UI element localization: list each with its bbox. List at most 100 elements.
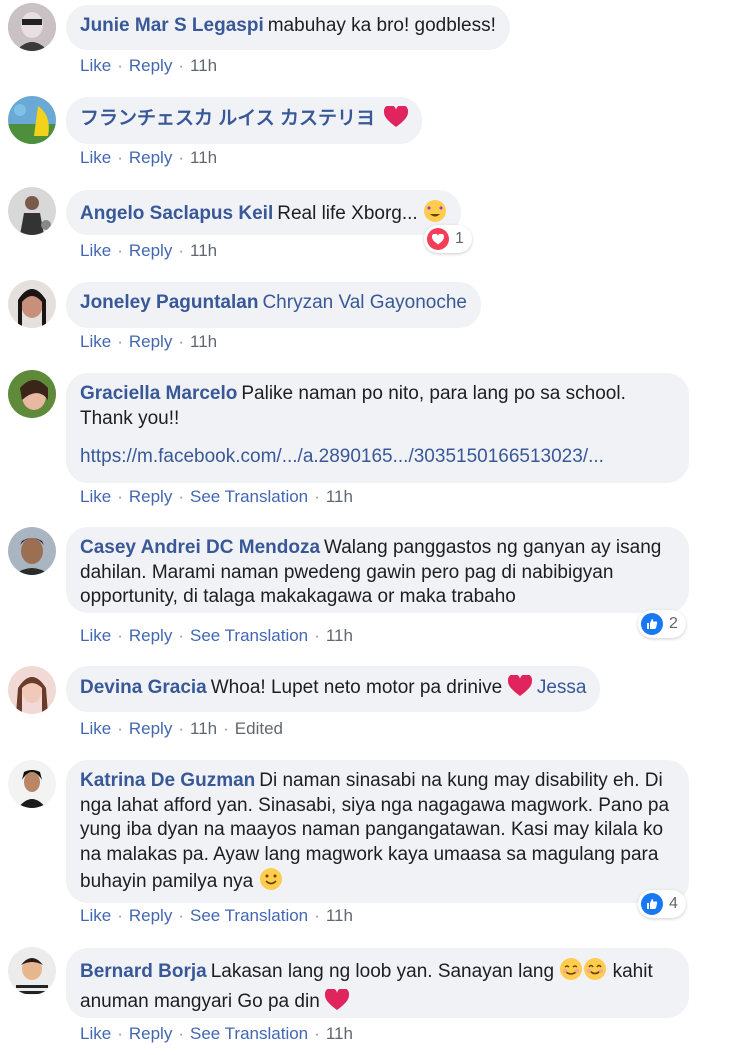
reaction-count[interactable]: 4	[638, 890, 686, 918]
comment-bubble: Graciella Marcelo Palike naman po nito, p…	[66, 373, 689, 483]
comment-actions: Like · Reply · 11h	[80, 241, 217, 261]
like-button[interactable]: Like	[80, 241, 111, 260]
mention-link[interactable]: Jessa	[537, 677, 587, 698]
comment-bubble: Junie Mar S Legaspi mabuhay ka bro! godbl…	[66, 5, 510, 50]
comment-author[interactable]: Casey Andrei DC Mendoza	[80, 537, 320, 558]
see-translation-button[interactable]: See Translation	[190, 906, 308, 925]
reply-button[interactable]: Reply	[129, 332, 172, 351]
separator-dot: ·	[178, 719, 184, 738]
comment-actions: Like · Reply · See Translation · 11h	[80, 626, 353, 646]
comment-timestamp[interactable]: 11h	[326, 487, 353, 506]
like-reaction-icon	[641, 613, 663, 635]
separator-dot: ·	[117, 56, 123, 75]
reaction-number: 2	[669, 615, 678, 632]
reply-button[interactable]: Reply	[129, 241, 172, 260]
external-link[interactable]: https://m.facebook.com/.../a.2890165.../…	[80, 445, 675, 470]
see-translation-button[interactable]: See Translation	[190, 626, 308, 645]
comment-bubble: Angelo Saclapus Keil Real life Xborg...	[66, 190, 461, 235]
avatar[interactable]	[8, 370, 56, 418]
comment-text: Lakasan lang ng loob yan. Sanayan lang	[210, 961, 555, 982]
reply-button[interactable]: Reply	[129, 719, 172, 738]
comment-text: Whoa! Lupet neto motor pa drinive	[210, 677, 503, 698]
comment-timestamp[interactable]: 11h	[190, 719, 217, 738]
comment-timestamp[interactable]: 11h	[190, 241, 217, 260]
separator-dot: ·	[314, 1024, 320, 1043]
avatar[interactable]	[8, 947, 56, 995]
reply-button[interactable]: Reply	[129, 906, 172, 925]
smiling-face-emoji-icon	[583, 957, 607, 989]
comment-timestamp[interactable]: 11h	[190, 332, 217, 351]
like-button[interactable]: Like	[80, 906, 111, 925]
separator-dot: ·	[117, 241, 123, 260]
comment-bubble: Devina Gracia Whoa! Lupet neto motor pa d…	[66, 666, 601, 712]
red-heart-icon	[384, 104, 409, 136]
comment-author[interactable]: Angelo Saclapus Keil	[80, 203, 273, 224]
comment-author[interactable]: Junie Mar S Legaspi	[80, 15, 264, 36]
separator-dot: ·	[178, 332, 184, 351]
reaction-count[interactable]: 2	[638, 610, 686, 638]
reaction-number: 4	[669, 895, 678, 912]
comment-timestamp[interactable]: 11h	[190, 56, 217, 75]
reply-button[interactable]: Reply	[129, 626, 172, 645]
reply-button[interactable]: Reply	[129, 56, 172, 75]
smiling-face-emoji-icon	[259, 867, 283, 899]
comment-actions: Like · Reply · 11h · Edited	[80, 719, 283, 739]
separator-dot: ·	[178, 626, 184, 645]
avatar[interactable]	[8, 666, 56, 714]
comment-author[interactable]: Joneley Paguntalan	[80, 292, 258, 313]
avatar[interactable]	[8, 527, 56, 575]
like-button[interactable]: Like	[80, 332, 111, 351]
like-button[interactable]: Like	[80, 1024, 111, 1043]
separator-dot: ·	[314, 906, 320, 925]
like-button[interactable]: Like	[80, 487, 111, 506]
red-heart-icon	[324, 987, 350, 1019]
separator-dot: ·	[178, 1024, 184, 1043]
separator-dot: ·	[314, 626, 320, 645]
separator-dot: ·	[117, 626, 123, 645]
reply-button[interactable]: Reply	[129, 148, 172, 167]
separator-dot: ·	[178, 148, 184, 167]
reaction-count[interactable]: 1	[424, 225, 472, 253]
reply-button[interactable]: Reply	[129, 1024, 172, 1043]
like-button[interactable]: Like	[80, 719, 111, 738]
comment-timestamp[interactable]: 11h	[326, 1024, 353, 1043]
like-button[interactable]: Like	[80, 148, 111, 167]
separator-dot: ·	[117, 906, 123, 925]
separator-dot: ·	[314, 487, 320, 506]
comment-actions: Like · Reply · 11h	[80, 332, 217, 352]
comment-bubble: Katrina De Guzman Di naman sinasabi na ku…	[66, 760, 689, 903]
comment-actions: Like · Reply · 11h	[80, 56, 217, 76]
comment-actions: Like · Reply · See Translation · 11h	[80, 906, 353, 926]
avatar[interactable]	[8, 3, 56, 51]
edited-label[interactable]: Edited	[235, 719, 283, 738]
see-translation-button[interactable]: See Translation	[190, 487, 308, 506]
comment-bubble: Bernard Borja Lakasan lang ng loob yan. S…	[66, 948, 689, 1018]
avatar[interactable]	[8, 280, 56, 328]
mention-link[interactable]: Chryzan Val Gayonoche	[262, 292, 467, 313]
comment-author[interactable]: Graciella Marcelo	[80, 383, 237, 404]
like-button[interactable]: Like	[80, 626, 111, 645]
comment-bubble: Casey Andrei DC Mendoza Walang panggastos…	[66, 527, 689, 613]
comment-actions: Like · Reply · 11h	[80, 148, 217, 168]
avatar[interactable]	[8, 96, 56, 144]
avatar[interactable]	[8, 760, 56, 808]
separator-dot: ·	[117, 332, 123, 351]
separator-dot: ·	[178, 241, 184, 260]
separator-dot: ·	[117, 148, 123, 167]
see-translation-button[interactable]: See Translation	[190, 1024, 308, 1043]
comment-author[interactable]: Bernard Borja	[80, 961, 207, 982]
like-button[interactable]: Like	[80, 56, 111, 75]
comment-author[interactable]: Devina Gracia	[80, 677, 207, 698]
separator-dot: ·	[223, 719, 229, 738]
comment-timestamp[interactable]: 11h	[326, 906, 353, 925]
avatar[interactable]	[8, 187, 56, 235]
separator-dot: ·	[178, 56, 184, 75]
comment-author[interactable]: フランチェスカ ルイス カステリヨ	[80, 108, 375, 129]
separator-dot: ·	[117, 719, 123, 738]
comment-timestamp[interactable]: 11h	[190, 148, 217, 167]
comment-actions: Like · Reply · See Translation · 11h	[80, 487, 353, 507]
comment-author[interactable]: Katrina De Guzman	[80, 770, 255, 791]
comment-timestamp[interactable]: 11h	[326, 626, 353, 645]
reply-button[interactable]: Reply	[129, 487, 172, 506]
separator-dot: ·	[178, 487, 184, 506]
